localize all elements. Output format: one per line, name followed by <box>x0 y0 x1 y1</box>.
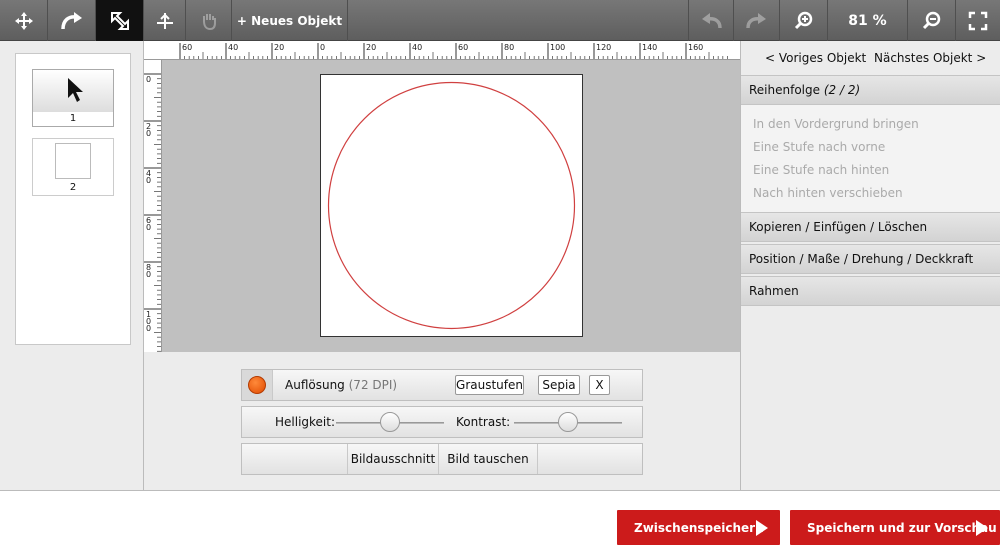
resolution-bar: Auflösung (72 DPI) Graustufen Sepia X <box>241 369 643 401</box>
editor-app: + Neues Objekt 81 % 1 2 60 40 20 0 20 40… <box>0 0 1000 554</box>
send-to-back-item[interactable]: Nach hinten verschieben <box>753 186 903 200</box>
layer-preview-pointer <box>33 70 113 112</box>
contrast-slider-handle[interactable] <box>558 412 578 432</box>
ruler-number: 0 <box>146 75 152 84</box>
image-actions-bar: Bildausschnitt Bild tauschen <box>241 443 643 475</box>
new-object-button[interactable]: + Neues Objekt <box>232 0 348 41</box>
ruler-number: 60 <box>146 216 152 232</box>
layer-preview-page <box>33 139 113 181</box>
brightness-slider-handle[interactable] <box>380 412 400 432</box>
ruler-number: 0 <box>320 43 326 52</box>
prev-object-link[interactable]: < Voriges Objekt <box>765 51 866 65</box>
new-object-label: + Neues Objekt <box>236 13 343 28</box>
redo-button[interactable] <box>734 0 780 41</box>
circle-shape[interactable] <box>321 75 582 336</box>
sepia-button[interactable]: Sepia <box>538 375 580 395</box>
undo-icon <box>702 12 722 28</box>
order-count: (2 / 2) <box>823 83 861 97</box>
grayscale-button[interactable]: Graustufen <box>455 375 524 395</box>
ruler-number: 20 <box>274 43 285 52</box>
save-temp-button[interactable]: Zwischenspeichern <box>617 510 780 545</box>
move-arrows-icon <box>14 11 33 30</box>
resolution-label: Auflösung (72 DPI) <box>285 378 398 392</box>
pan-tool-button[interactable] <box>186 0 232 41</box>
ruler-number: 120 <box>596 43 612 52</box>
bring-to-front-item[interactable]: In den Vordergrund bringen <box>753 117 919 131</box>
frame-section-header[interactable]: Rahmen <box>741 276 1000 306</box>
ruler-number: 40 <box>146 169 152 185</box>
layers-list: 1 2 <box>15 53 131 345</box>
layer-label: 1 <box>69 113 77 124</box>
layer-thumbnail-1[interactable]: 1 <box>32 69 114 127</box>
toolbar: + Neues Objekt 81 % <box>0 0 1000 41</box>
canvas-area[interactable] <box>162 60 740 352</box>
ruler-number: 60 <box>458 43 469 52</box>
horizontal-ruler: 60 40 20 0 20 40 60 80 100 120 140 160 <box>144 41 740 60</box>
fullscreen-icon <box>968 11 988 30</box>
ruler-number: 100 <box>146 310 152 333</box>
resolution-status-cell <box>242 370 273 400</box>
fullscreen-button[interactable] <box>956 0 1000 41</box>
pointer-cursor-icon <box>68 78 83 102</box>
resize-tool-button[interactable] <box>96 0 144 41</box>
image-controls-panel: Auflösung (72 DPI) Graustufen Sepia X He… <box>144 352 740 491</box>
reset-filter-button[interactable]: X <box>589 375 610 395</box>
adjustments-bar: Helligkeit: Kontrast: <box>241 406 643 438</box>
align-crosshair-icon <box>156 12 173 29</box>
ruler-number: 20 <box>146 122 152 138</box>
layers-panel: 1 2 <box>0 41 144 491</box>
move-tool-button[interactable] <box>0 0 48 41</box>
rotate-tool-button[interactable] <box>48 0 96 41</box>
vertical-ruler: 0 20 40 60 80 100 <box>144 60 162 352</box>
ruler-number: 40 <box>228 43 239 52</box>
contrast-label: Kontrast: <box>456 415 511 429</box>
redo-icon <box>745 12 766 28</box>
position-section-header[interactable]: Position / Maße / Drehung / Deckkraft <box>741 244 1000 274</box>
zoom-level: 81 % <box>848 12 887 29</box>
send-backward-item[interactable]: Eine Stufe nach hinten <box>753 163 889 177</box>
align-tool-button[interactable] <box>144 0 186 41</box>
order-title: Reihenfolge <box>749 83 821 97</box>
copy-section-header[interactable]: Kopieren / Einfügen / Löschen <box>741 212 1000 242</box>
layer-label: 2 <box>69 182 77 193</box>
properties-panel: < Voriges Objekt Nächstes Objekt > Reihe… <box>740 41 1000 491</box>
ruler-number: 20 <box>366 43 377 52</box>
hand-icon <box>202 13 216 30</box>
design-page[interactable] <box>320 74 583 337</box>
brightness-label: Helligkeit: <box>275 415 336 429</box>
ruler-number: 40 <box>412 43 423 52</box>
undo-button[interactable] <box>688 0 734 41</box>
resize-diagonal-icon <box>110 11 129 30</box>
bring-forward-item[interactable]: Eine Stufe nach vorne <box>753 140 885 154</box>
order-section-body: In den Vordergrund bringen Eine Stufe na… <box>741 105 1000 212</box>
play-arrow-icon <box>756 520 768 536</box>
ruler-number: 80 <box>146 263 152 279</box>
zoom-out-icon <box>922 11 940 29</box>
rotate-arrow-icon <box>60 11 82 29</box>
ruler-number: 60 <box>182 43 193 52</box>
zoom-in-button[interactable] <box>780 0 828 41</box>
page-mini-icon <box>55 143 91 179</box>
save-temp-label: Zwischenspeichern <box>634 520 764 535</box>
layer-thumbnail-2[interactable]: 2 <box>32 138 114 196</box>
zoom-out-button[interactable] <box>908 0 956 41</box>
ruler-number: 80 <box>504 43 515 52</box>
ruler-ticks <box>144 73 161 352</box>
zoom-level-display: 81 % <box>828 0 908 41</box>
zoom-in-icon <box>794 11 812 29</box>
next-object-link[interactable]: Nächstes Objekt > <box>874 51 986 65</box>
save-preview-label: Speichern und zur Vorschau <box>807 520 997 535</box>
ruler-number: 160 <box>688 43 704 52</box>
crop-button[interactable]: Bildausschnitt <box>347 444 438 474</box>
ruler-number: 100 <box>550 43 566 52</box>
swap-image-button[interactable]: Bild tauschen <box>438 444 538 474</box>
save-preview-button[interactable]: Speichern und zur Vorschau <box>790 510 1000 545</box>
order-section-header[interactable]: Reihenfolge (2 / 2) <box>741 75 1000 105</box>
resolution-status-icon <box>248 376 266 394</box>
play-arrow-icon <box>976 520 988 536</box>
ruler-number: 140 <box>642 43 658 52</box>
